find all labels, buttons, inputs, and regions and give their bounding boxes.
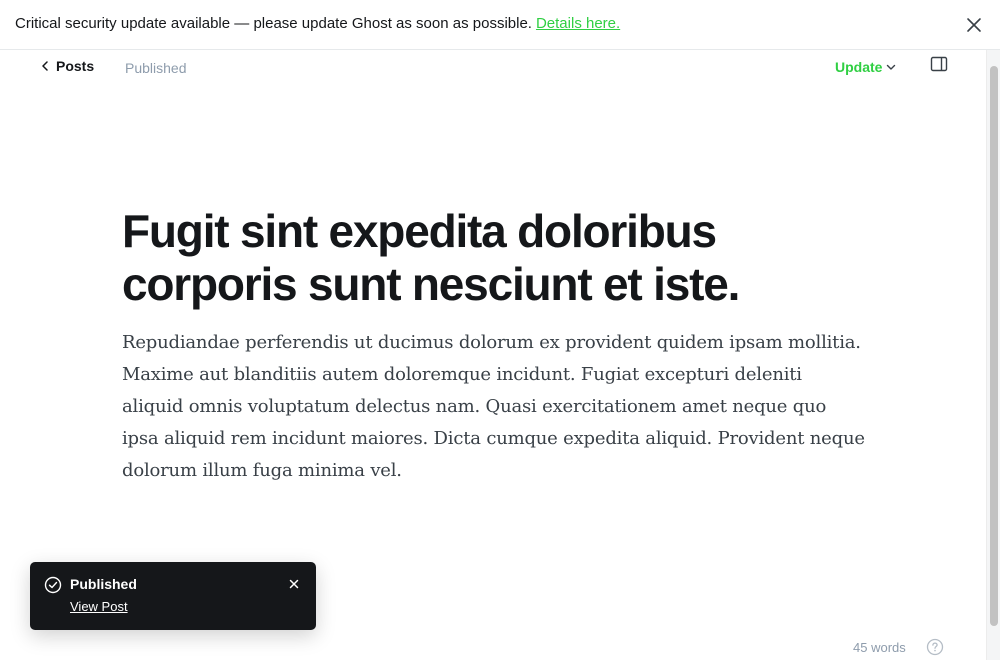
back-to-posts-button[interactable]: Posts [40,58,94,74]
sidebar-toggle-icon[interactable] [930,56,948,72]
word-count: 45 words [853,640,906,655]
banner-details-link[interactable]: Details here. [536,15,620,32]
update-button[interactable]: Update [835,59,896,75]
scrollbar-thumb[interactable] [990,66,998,626]
back-to-posts-label: Posts [56,58,95,74]
banner-message-row: Critical security update available — ple… [15,15,620,32]
scrollbar[interactable] [986,50,1000,660]
close-icon[interactable] [288,578,300,590]
post-body[interactable]: Repudiandae perferendis ut ducimus dolor… [122,327,867,487]
post-status: Published [125,60,187,76]
help-icon[interactable] [926,638,944,656]
check-circle-icon [44,576,62,594]
view-post-link[interactable]: View Post [70,599,128,614]
update-button-label: Update [835,59,883,75]
close-icon[interactable] [965,16,983,34]
chevron-left-icon [42,61,48,71]
chevron-down-icon [887,64,896,70]
toast-title: Published [70,576,137,592]
editor-header: Posts Published Update [0,50,986,86]
security-update-banner: Critical security update available — ple… [0,0,1000,50]
published-toast: Published View Post [30,562,316,630]
post-title[interactable]: Fugit sint expedita doloribus corporis s… [122,205,822,311]
banner-message: Critical security update available — ple… [15,15,532,32]
